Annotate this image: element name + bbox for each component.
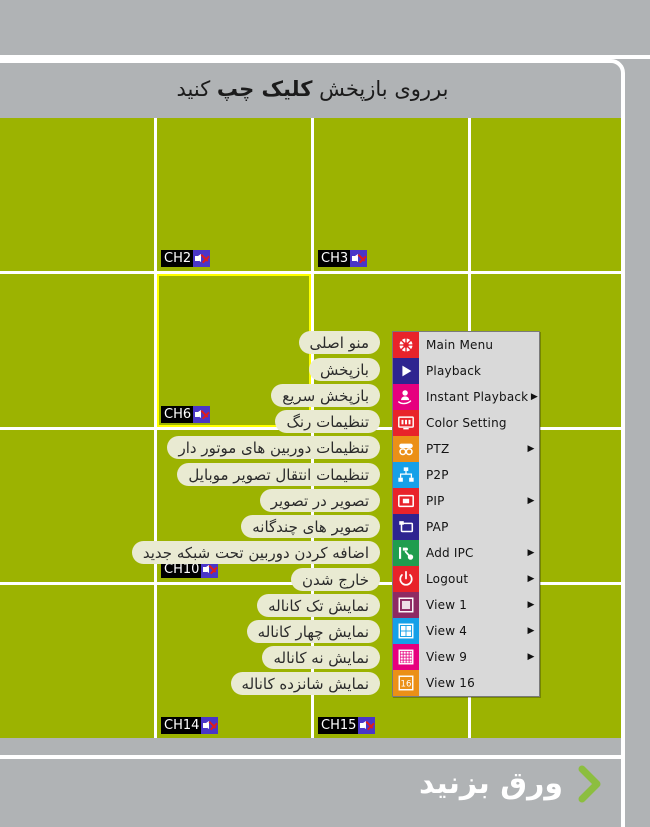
annotation-pill: اضافه کردن دوربین تحت شبکه جدید bbox=[131, 541, 380, 564]
annotation-pill: نمایش شانزده کاناله bbox=[230, 672, 380, 695]
channel-label: CH14 bbox=[164, 718, 200, 733]
annotation-pill: تنظیمات دوربین های موتور دار bbox=[167, 436, 380, 459]
menu-item-label: PIP bbox=[426, 494, 445, 508]
speaker-muted-icon[interactable] bbox=[350, 249, 368, 267]
annotation-pill: بازپخش سریع bbox=[271, 384, 380, 407]
submenu-arrow-icon: ▶ bbox=[527, 625, 535, 636]
channel-tag: CH2 bbox=[161, 249, 211, 267]
menu-item-label: Playback bbox=[426, 364, 482, 378]
video-cell-ch2[interactable]: CH2 bbox=[157, 118, 311, 271]
annotation-pill: نمایش چهار کاناله bbox=[246, 620, 380, 643]
menu-item-pip[interactable]: PIP ▶ bbox=[393, 488, 539, 514]
menu-item-label: View 4 bbox=[426, 624, 468, 638]
annotation-pill: نمایش تک کاناله bbox=[257, 594, 380, 617]
menu-item-label: View 9 bbox=[426, 650, 468, 664]
annotation-pill: تنظیمات رنگ bbox=[275, 410, 380, 433]
view9-icon bbox=[393, 644, 419, 670]
menu-item-label: PTZ bbox=[426, 442, 450, 456]
menu-item-label: PAP bbox=[426, 520, 449, 534]
view1-icon bbox=[393, 592, 419, 618]
video-cell-ch5[interactable] bbox=[0, 273, 154, 427]
power-icon bbox=[393, 566, 419, 592]
submenu-arrow-icon: ▶ bbox=[527, 547, 535, 558]
footer-frame-line bbox=[621, 740, 625, 827]
menu-item-main-menu[interactable]: Main Menu▶ bbox=[393, 332, 539, 358]
menu-item-label: Instant Playback bbox=[426, 390, 529, 404]
page-root: برروی بازپخش کلیک چپ کنید CH2 CH3 CH6 CH10 C… bbox=[0, 0, 650, 827]
channel-tag: CH14 bbox=[161, 717, 219, 734]
submenu-arrow-icon: ▶ bbox=[527, 573, 535, 584]
channel-label: CH3 bbox=[321, 250, 349, 266]
speaker-muted-icon[interactable] bbox=[201, 717, 219, 734]
menu-item-view-9[interactable]: View 9 ▶ bbox=[393, 644, 539, 670]
submenu-arrow-icon: ▶ bbox=[527, 443, 535, 454]
channel-tag: CH3 bbox=[318, 249, 368, 267]
pap-icon bbox=[393, 514, 419, 540]
context-menu[interactable]: Main Menu▶Playback▶Instant Playback▶Colo… bbox=[392, 331, 540, 697]
monitor-icon bbox=[393, 410, 419, 436]
channel-label: CH2 bbox=[164, 250, 192, 266]
page-title-lead: برروی بازپخش bbox=[312, 76, 449, 101]
gear-icon bbox=[393, 332, 419, 358]
menu-item-label: Add IPC bbox=[426, 546, 474, 560]
menu-item-label: P2P bbox=[426, 468, 449, 482]
video-cell-ch13[interactable] bbox=[0, 585, 154, 738]
play-icon bbox=[393, 358, 419, 384]
submenu-arrow-icon: ▶ bbox=[527, 651, 535, 662]
submenu-arrow-icon: ▶ bbox=[527, 495, 535, 506]
menu-item-view-1[interactable]: View 1 ▶ bbox=[393, 592, 539, 618]
menu-item-playback[interactable]: Playback▶ bbox=[393, 358, 539, 384]
annotation-pill: خارج شدن bbox=[291, 568, 380, 591]
channel-tag: CH6 bbox=[161, 405, 211, 423]
channel-label: CH15 bbox=[321, 718, 357, 733]
menu-item-label: Color Setting bbox=[426, 416, 507, 430]
channel-label: CH6 bbox=[164, 406, 192, 422]
menu-item-view-16[interactable]: 16View 16▶ bbox=[393, 670, 539, 696]
menu-item-pap[interactable]: PAP▶ bbox=[393, 514, 539, 540]
speaker-muted-icon[interactable] bbox=[358, 717, 376, 734]
menu-item-label: Logout bbox=[426, 572, 469, 586]
speaker-muted-icon[interactable] bbox=[193, 405, 211, 423]
network-icon bbox=[393, 462, 419, 488]
menu-item-p2p[interactable]: P2P▶ bbox=[393, 462, 539, 488]
annotation-pill: نمایش نه کاناله bbox=[262, 646, 380, 669]
menu-item-instant-playback[interactable]: Instant Playback ▶ bbox=[393, 384, 539, 410]
page-title-emphasis: کلیک چپ bbox=[216, 76, 313, 101]
menu-item-color-setting[interactable]: Color Setting▶ bbox=[393, 410, 539, 436]
menu-item-ptz[interactable]: PTZ ▶ bbox=[393, 436, 539, 462]
svg-text:16: 16 bbox=[401, 680, 412, 690]
menu-item-label: View 16 bbox=[426, 676, 475, 690]
view4-icon bbox=[393, 618, 419, 644]
speaker-muted-icon[interactable] bbox=[193, 249, 211, 267]
page-title: برروی بازپخش کلیک چپ کنید bbox=[177, 77, 449, 101]
page-footer: ورق بزنید bbox=[0, 740, 621, 827]
add-ipc-icon bbox=[393, 540, 419, 566]
pip-icon bbox=[393, 488, 419, 514]
ptz-camera-icon bbox=[393, 436, 419, 462]
annotation-pill: بازپخش bbox=[309, 358, 380, 381]
page-header: برروی بازپخش کلیک چپ کنید bbox=[0, 59, 625, 118]
annotation-pill: منو اصلی bbox=[298, 331, 380, 354]
annotation-pill: تنظیمات انتقال تصویر موبایل bbox=[177, 463, 380, 486]
menu-item-label: View 1 bbox=[426, 598, 468, 612]
video-cell-ch4[interactable] bbox=[471, 118, 625, 271]
submenu-arrow-icon: ▶ bbox=[530, 391, 538, 402]
submenu-arrow-icon: ▶ bbox=[527, 599, 535, 610]
menu-item-view-4[interactable]: View 4 ▶ bbox=[393, 618, 539, 644]
view16-icon: 16 bbox=[393, 670, 419, 696]
person-hand-icon bbox=[393, 384, 419, 410]
channel-tag: CH15 bbox=[318, 717, 376, 734]
video-cell-ch1[interactable] bbox=[0, 118, 154, 271]
chevron-right-icon[interactable] bbox=[577, 765, 603, 803]
video-cell-ch3[interactable]: CH3 bbox=[314, 118, 468, 271]
video-cell-ch9[interactable] bbox=[0, 429, 154, 583]
menu-item-logout[interactable]: Logout ▶ bbox=[393, 566, 539, 592]
page-title-tail: کنید bbox=[176, 76, 217, 101]
next-page-label: ورق بزنید bbox=[419, 766, 563, 801]
menu-item-label: Main Menu bbox=[426, 338, 494, 352]
annotation-pill: تصویر های چندگانه bbox=[241, 515, 380, 538]
menu-item-add-ipc[interactable]: Add IPC ▶ bbox=[393, 540, 539, 566]
annotation-pill: تصویر در تصویر bbox=[259, 489, 380, 512]
